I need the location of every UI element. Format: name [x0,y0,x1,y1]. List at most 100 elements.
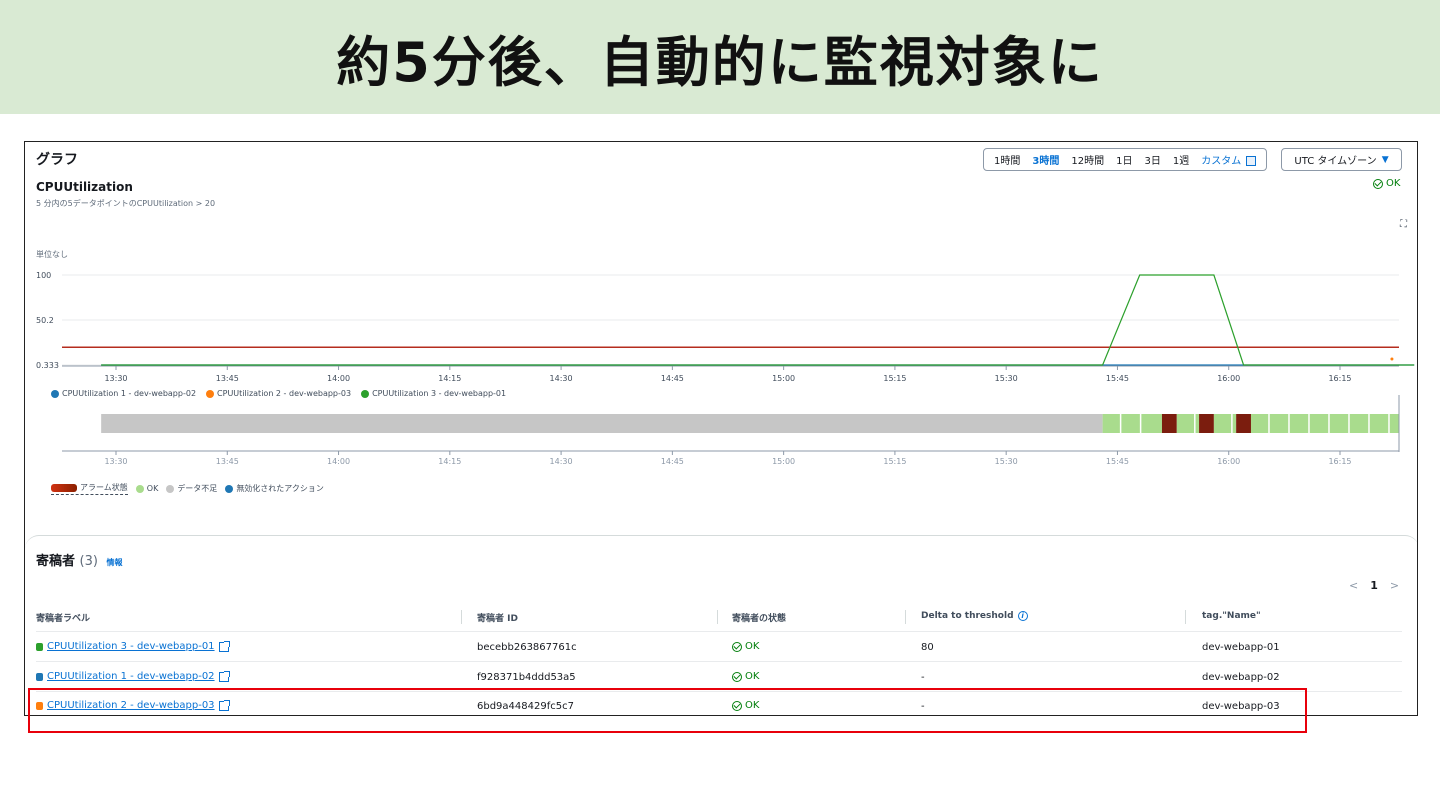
alarm-detail-panel: グラフ 1時間 3時間 12時間 1日 3日 1週 カスタム UTC タイムゾー… [24,141,1418,716]
contributor-link-1[interactable]: CPUUtilization 3 - dev-webapp-01 [47,640,230,652]
external-link-icon [218,640,230,652]
table-row-1-label: CPUUtilization 3 - dev-webapp-01 [36,640,230,652]
pagination: < 1 > [1349,579,1399,592]
check-circle-icon [732,641,742,652]
prev-page-icon[interactable]: < [1349,579,1358,592]
title-banner: 約5分後、自動的に監視対象に [0,0,1440,114]
column-divider [1185,610,1186,624]
timeline-tick-label: 14:00 [327,457,350,466]
legend-series-3-label: CPUUtilization 3 - dev-webapp-01 [372,389,507,398]
info-link[interactable]: 情報 [107,558,123,567]
disabled-action-swatch [225,484,234,493]
contributors-heading: 寄稿者 (3) 情報 [36,550,123,569]
series-3-swatch [361,389,370,398]
table-row-1-delta: 80 [921,642,934,653]
timeline-segment-alarm [1161,414,1177,433]
table-row-1-state-text: OK [745,641,760,652]
table-row-2-id: f928371b4ddd53a5 [477,672,576,683]
timeline-segment-ok [1176,414,1200,433]
column-divider [717,610,718,624]
x-tick-label: 15:00 [772,374,795,383]
legend-alarm-label: アラーム状態 [80,483,128,492]
table-row-2-label: CPUUtilization 1 - dev-webapp-02 [36,670,230,682]
info-icon[interactable]: i [1017,611,1028,621]
table-row-1-id: becebb263867761c [477,642,577,653]
y-tick-label: 0.333 [36,361,59,370]
column-divider [905,610,906,624]
timeline-tick-label: 15:15 [883,457,906,466]
timeline-segment-ok [1250,414,1399,433]
contributors-title: 寄稿者 [36,554,76,569]
timeline-tick-label: 14:30 [550,457,573,466]
table-row-2-delta: - [921,672,925,683]
cpu-chart: 100 50.2 0.333 13:30 13:45 14:00 14:15 14:30 14:… [36,271,1415,466]
series-2-swatch [206,389,215,398]
table-row-2-state: OK [732,671,759,682]
table-row-2-tag: dev-webapp-02 [1202,672,1280,683]
legend-series-2-label: CPUUtilization 2 - dev-webapp-03 [217,389,352,398]
ok-swatch [135,484,144,493]
col-header-tag[interactable]: tag."Name" [1202,611,1261,621]
timeline-tick-label: 14:15 [438,457,461,466]
y-tick-label: 50.2 [36,316,54,325]
x-tick-label: 14:15 [438,374,461,383]
x-tick-label: 16:15 [1328,374,1351,383]
x-tick-label: 15:30 [995,374,1018,383]
timeline-segment-insufficient [101,414,1103,433]
legend-item-series-1[interactable]: CPUUtilization 1 - dev-webapp-02 [51,389,196,398]
legend-disabled-label: 無効化されたアクション [236,484,324,493]
series-color-icon [36,642,43,651]
legend-insufficient: データ不足 [166,483,217,494]
legend-item-series-3[interactable]: CPUUtilization 3 - dev-webapp-01 [361,389,506,398]
legend-ok-label: OK [146,484,159,493]
external-link-icon [218,670,230,682]
table-row-2-state-text: OK [745,671,760,682]
x-tick-label: 15:45 [1106,374,1129,383]
table-divider [36,631,1402,632]
timeline-segment-ok [1213,414,1237,433]
x-tick-label: 13:30 [104,374,127,383]
col-header-delta-label: Delta to threshold [921,611,1014,621]
timeline-segment-ok [1102,414,1162,433]
current-page[interactable]: 1 [1370,579,1378,592]
x-tick-label: 14:30 [550,374,573,383]
timeline-tick-label: 13:30 [104,457,127,466]
insufficient-swatch [166,484,175,493]
contributors-count: (3) [79,554,98,569]
contributor-link-1-text: CPUUtilization 3 - dev-webapp-01 [47,641,215,652]
timeline-tick-label: 16:00 [1217,457,1240,466]
table-row-1-state: OK [732,641,759,652]
timeline-tick-label: 16:15 [1328,457,1351,466]
series-color-icon [36,672,43,681]
banner-title: 約5分後、自動的に監視対象に [336,30,1104,94]
x-tick-label: 15:15 [883,374,906,383]
col-header-state[interactable]: 寄稿者の状態 [732,611,786,624]
x-tick-label: 14:45 [661,374,684,383]
timeline-segment-alarm [1236,414,1251,433]
x-tick-label: 13:45 [216,374,239,383]
series-1-swatch [51,389,59,398]
legend-disabled-action: 無効化されたアクション [225,483,324,494]
legend-item-series-2[interactable]: CPUUtilization 2 - dev-webapp-03 [206,389,351,398]
table-divider [36,661,1402,662]
contributor-link-2[interactable]: CPUUtilization 1 - dev-webapp-02 [47,670,230,682]
legend-insufficient-label: データ不足 [177,484,218,493]
table-row-1-tag: dev-webapp-01 [1202,642,1280,653]
alarm-swatch [51,483,77,492]
legend-alarm: アラーム状態 [51,482,128,495]
highlight-box [28,688,1307,733]
timeline-tick-label: 15:00 [772,457,795,466]
legend-ok: OK [135,484,159,493]
check-circle-icon [732,671,742,682]
y-tick-label: 100 [36,271,51,280]
col-header-id[interactable]: 寄稿者 ID [477,611,518,624]
col-header-delta[interactable]: Delta to threshold i [921,611,1028,621]
column-divider [461,610,462,624]
col-header-label[interactable]: 寄稿者ラベル [36,611,90,624]
timeline-tick-label: 13:45 [216,457,239,466]
x-tick-label: 14:00 [327,374,350,383]
timeline-segment-alarm [1199,414,1214,433]
series-point-2 [1390,357,1394,361]
next-page-icon[interactable]: > [1390,579,1399,592]
legend-series-1-label: CPUUtilization 1 - dev-webapp-02 [62,389,197,398]
